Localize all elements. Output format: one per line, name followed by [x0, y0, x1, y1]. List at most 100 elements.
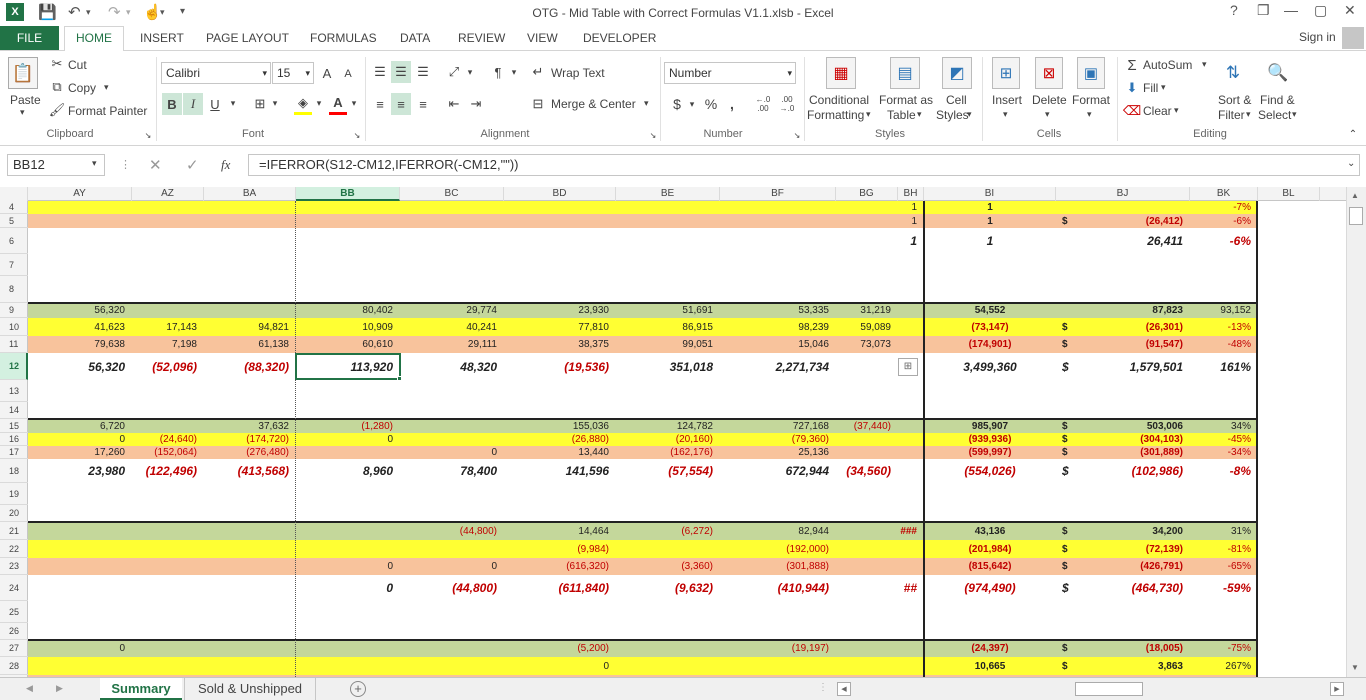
cell-bk17[interactable]: -34%: [1190, 446, 1258, 459]
copy-button[interactable]: Copy: [68, 81, 96, 95]
cell-bf23[interactable]: (301,888): [720, 558, 836, 575]
fill-icon[interactable]: ⬇: [1124, 79, 1140, 97]
cell-be12[interactable]: 351,018: [616, 353, 720, 380]
cell-bf21[interactable]: 82,944: [720, 522, 836, 540]
cell-bi18[interactable]: (554,026): [924, 459, 1056, 483]
name-box[interactable]: BB12: [7, 154, 105, 176]
cell-ba17[interactable]: (276,480): [204, 446, 296, 459]
column-header-bf[interactable]: BF: [720, 187, 836, 201]
cell-bk10[interactable]: -13%: [1190, 318, 1258, 336]
tab-data[interactable]: DATA: [400, 31, 430, 45]
cell-bj16[interactable]: (304,103): [1056, 433, 1190, 446]
cell-bf10[interactable]: 98,239: [720, 318, 836, 336]
sort-filter-label2[interactable]: Filter: [1218, 108, 1245, 122]
format-as-table-button[interactable]: Format as: [879, 93, 933, 107]
comma-button[interactable]: ,: [726, 93, 738, 115]
text-direction-icon[interactable]: ¶: [488, 61, 508, 83]
alignment-launcher-icon[interactable]: ↘: [648, 130, 658, 140]
row-header-21[interactable]: 21: [0, 522, 28, 540]
autosum-button[interactable]: AutoSum: [1143, 58, 1192, 72]
sheet-tab-summary[interactable]: Summary: [100, 678, 182, 700]
cell-ay17[interactable]: 17,260: [28, 446, 132, 459]
cell-bj27[interactable]: (18,005): [1056, 640, 1190, 657]
delete-cells-dropdown-icon[interactable]: ▾: [1045, 109, 1050, 120]
row-header-23[interactable]: 23: [0, 558, 28, 575]
cell-bb24[interactable]: 0: [296, 575, 400, 601]
sort-filter-icon[interactable]: ⇅: [1218, 57, 1248, 89]
cell-bf24[interactable]: (410,944): [720, 575, 836, 601]
enter-icon[interactable]: ✓: [186, 156, 199, 174]
row-header-15[interactable]: 15: [0, 419, 28, 433]
row-header-12[interactable]: 12: [0, 353, 28, 380]
cell-bk28[interactable]: 267%: [1190, 657, 1258, 675]
cell-be18[interactable]: (57,554): [616, 459, 720, 483]
currency-button[interactable]: $: [668, 93, 686, 115]
column-header-bj[interactable]: BJ: [1056, 187, 1190, 201]
increase-decimal-button[interactable]: ←.0.00: [752, 93, 774, 115]
delete-cells-icon[interactable]: ⊠: [1035, 57, 1063, 89]
cell-bc18[interactable]: 78,400: [400, 459, 504, 483]
row-header-26[interactable]: 26: [0, 623, 28, 640]
cell-bd22[interactable]: (9,984): [504, 540, 616, 558]
cell-bg10[interactable]: 59,089: [836, 318, 898, 336]
align-center-icon[interactable]: ≡: [391, 93, 411, 115]
cell-bh4[interactable]: 1: [898, 201, 924, 214]
paste-icon[interactable]: 📋: [8, 57, 38, 89]
row-header-22[interactable]: 22: [0, 540, 28, 558]
borders-dropdown-icon[interactable]: ▾: [270, 95, 280, 111]
cell-bi11[interactable]: (174,901): [924, 336, 1056, 353]
tab-developer[interactable]: DEVELOPER: [583, 31, 656, 45]
cell-bf17[interactable]: 25,136: [720, 446, 836, 459]
scroll-right-icon[interactable]: ▶: [1330, 682, 1344, 696]
column-header-bd[interactable]: BD: [504, 187, 616, 201]
tab-insert[interactable]: INSERT: [140, 31, 184, 45]
sheet-next-icon[interactable]: ▶: [56, 683, 63, 694]
cell-bj15[interactable]: 503,006: [1056, 419, 1190, 433]
cell-bh24[interactable]: ##: [898, 575, 924, 601]
wrap-text-icon[interactable]: ↵: [530, 63, 546, 81]
cell-be17[interactable]: (162,176): [616, 446, 720, 459]
cell-bj6[interactable]: 26,411: [1056, 228, 1190, 254]
cell-bi23[interactable]: (815,642): [924, 558, 1056, 575]
cell-bj22[interactable]: (72,139): [1056, 540, 1190, 558]
bold-button[interactable]: B: [162, 93, 182, 115]
cell-bb16[interactable]: 0: [296, 433, 400, 446]
cell-be10[interactable]: 86,915: [616, 318, 720, 336]
underline-button[interactable]: U: [207, 93, 223, 115]
tab-formulas[interactable]: FORMULAS: [310, 31, 377, 45]
tab-review[interactable]: REVIEW: [458, 31, 505, 45]
row-header-28[interactable]: 28: [0, 657, 28, 675]
row-header-14[interactable]: 14: [0, 402, 28, 419]
column-header-bc[interactable]: BC: [400, 187, 504, 201]
cell-bj28[interactable]: 3,863: [1056, 657, 1190, 675]
select-all-corner[interactable]: [0, 187, 28, 201]
cell-bi27[interactable]: (24,397): [924, 640, 1056, 657]
cell-be16[interactable]: (20,160): [616, 433, 720, 446]
cell-bi28[interactable]: 10,665: [924, 657, 1056, 675]
minimize-button[interactable]: —: [1284, 2, 1298, 18]
tab-file[interactable]: FILE: [0, 26, 59, 50]
merge-center-icon[interactable]: ⊟: [530, 95, 546, 113]
cell-bk5[interactable]: -6%: [1190, 214, 1258, 228]
horizontal-scroll-thumb[interactable]: [1075, 682, 1143, 696]
row-header-7[interactable]: 7: [0, 254, 28, 276]
help-button[interactable]: ?: [1230, 2, 1238, 18]
scroll-left-icon[interactable]: ◀: [837, 682, 851, 696]
cell-bc23[interactable]: 0: [400, 558, 504, 575]
align-right-icon[interactable]: ≡: [413, 93, 433, 115]
cell-bd16[interactable]: (26,880): [504, 433, 616, 446]
cell-bk23[interactable]: -65%: [1190, 558, 1258, 575]
cancel-icon[interactable]: ✕: [149, 156, 162, 174]
autosum-dropdown-icon[interactable]: ▾: [1202, 59, 1207, 70]
cell-bi6[interactable]: 1: [924, 228, 1056, 254]
format-cells-button[interactable]: Format: [1072, 93, 1110, 107]
cell-bc17[interactable]: 0: [400, 446, 504, 459]
currency-dropdown-icon[interactable]: ▾: [687, 96, 697, 112]
cell-az16[interactable]: (24,640): [132, 433, 204, 446]
cell-be24[interactable]: (9,632): [616, 575, 720, 601]
align-left-icon[interactable]: ≡: [370, 93, 390, 115]
insert-cells-dropdown-icon[interactable]: ▾: [1003, 109, 1008, 120]
cell-bk15[interactable]: 34%: [1190, 419, 1258, 433]
tab-page-layout[interactable]: PAGE LAYOUT: [206, 31, 289, 45]
cell-ay9[interactable]: 56,320: [28, 303, 132, 318]
